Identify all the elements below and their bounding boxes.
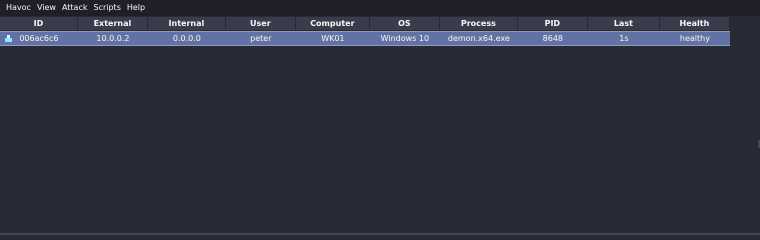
table-header: ID External Internal User Computer OS Pr… [0, 17, 730, 30]
sessions-table: ID External Internal User Computer OS Pr… [0, 16, 760, 235]
column-header-health[interactable]: Health [660, 17, 730, 30]
column-header-pid[interactable]: PID [518, 17, 588, 30]
column-header-os[interactable]: OS [370, 17, 440, 30]
column-header-external[interactable]: External [78, 17, 148, 30]
cell-computer: WK01 [321, 34, 345, 43]
menu-havoc[interactable]: Havoc [3, 0, 34, 16]
column-header-user[interactable]: User [226, 17, 296, 30]
table-row[interactable]: 006ac6c6 10.0.0.2 0.0.0.0 peter WK01 Win… [0, 31, 730, 46]
cell-process: demon.x64.exe [447, 34, 510, 43]
agent-session-icon [5, 35, 12, 42]
menu-help[interactable]: Help [124, 0, 148, 16]
menu-attack[interactable]: Attack [59, 0, 91, 16]
cell-external: 10.0.0.2 [96, 34, 130, 43]
column-header-last[interactable]: Last [588, 17, 660, 30]
column-header-process[interactable]: Process [440, 17, 518, 30]
menu-view[interactable]: View [34, 0, 59, 16]
cell-last: 1s [619, 34, 629, 43]
menu-bar: Havoc View Attack Scripts Help [0, 0, 760, 16]
column-header-computer[interactable]: Computer [296, 17, 370, 30]
cell-internal: 0.0.0.0 [172, 34, 201, 43]
cell-os: Windows 10 [380, 34, 430, 43]
column-header-internal[interactable]: Internal [148, 17, 226, 30]
havoc-main-window: Havoc View Attack Scripts Help ID Extern… [0, 0, 760, 235]
cell-health: healthy [679, 34, 710, 43]
cell-user: peter [250, 34, 272, 43]
column-header-id[interactable]: ID [0, 17, 78, 30]
cell-pid: 8648 [542, 34, 563, 43]
menu-scripts[interactable]: Scripts [90, 0, 123, 16]
bottom-divider [0, 233, 760, 235]
